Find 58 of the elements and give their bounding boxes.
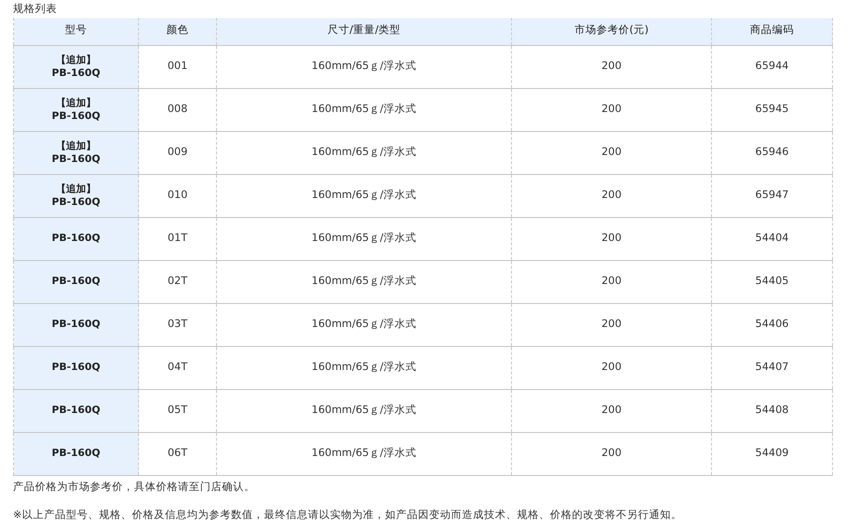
model-cell: 【追加】 PB-160Q bbox=[14, 45, 138, 88]
table-cell: 200 bbox=[512, 432, 712, 475]
table-cell: 200 bbox=[512, 303, 712, 346]
table-cell: 200 bbox=[512, 346, 712, 389]
table-cell: 160mm/65ｇ/浮水式 bbox=[216, 131, 512, 174]
table-cell: 160mm/65ｇ/浮水式 bbox=[216, 346, 512, 389]
model-cell: 【追加】 PB-160Q bbox=[14, 88, 138, 131]
model-cell: PB-160Q bbox=[14, 389, 138, 432]
table-cell: 160mm/65ｇ/浮水式 bbox=[216, 260, 512, 303]
table-cell: 160mm/65ｇ/浮水式 bbox=[216, 217, 512, 260]
table-cell: 160mm/65ｇ/浮水式 bbox=[216, 88, 512, 131]
table-cell: 54406 bbox=[712, 303, 832, 346]
table-cell: 160mm/65ｇ/浮水式 bbox=[216, 303, 512, 346]
table-cell: 200 bbox=[512, 217, 712, 260]
table-cell: 200 bbox=[512, 174, 712, 217]
model-cell: PB-160Q bbox=[14, 432, 138, 475]
table-cell: 54407 bbox=[712, 346, 832, 389]
table-cell: 65946 bbox=[712, 131, 832, 174]
table-cell: 05T bbox=[138, 389, 216, 432]
table-cell: 03T bbox=[138, 303, 216, 346]
table-cell: 54408 bbox=[712, 389, 832, 432]
column-header: 型号 bbox=[14, 18, 138, 45]
note-text: ※以上产品型号、规格、价格及信息均为参考数值，最终信息请以实物为准，如产品因变动而造成技术、规格、价格的改变将不另行通知。 bbox=[13, 508, 683, 522]
model-cell: PB-160Q bbox=[14, 260, 138, 303]
table-cell: 160mm/65ｇ/浮水式 bbox=[216, 432, 512, 475]
model-cell: PB-160Q bbox=[14, 303, 138, 346]
table-cell: 008 bbox=[138, 88, 216, 131]
model-cell: PB-160Q bbox=[14, 346, 138, 389]
table-cell: 200 bbox=[512, 45, 712, 88]
table-cell: 65944 bbox=[712, 45, 832, 88]
column-header: 市场参考价(元) bbox=[512, 18, 712, 45]
table-cell: 160mm/65ｇ/浮水式 bbox=[216, 389, 512, 432]
column-header: 尺寸/重量/类型 bbox=[216, 18, 512, 45]
table-cell: 01T bbox=[138, 217, 216, 260]
table-cell: 009 bbox=[138, 131, 216, 174]
table-cell: 65945 bbox=[712, 88, 832, 131]
table-cell: 65947 bbox=[712, 174, 832, 217]
model-cell: PB-160Q bbox=[14, 217, 138, 260]
table-cell: 02T bbox=[138, 260, 216, 303]
table-cell: 160mm/65ｇ/浮水式 bbox=[216, 174, 512, 217]
table-cell: 200 bbox=[512, 131, 712, 174]
table-cell: 010 bbox=[138, 174, 216, 217]
table-cell: 54409 bbox=[712, 432, 832, 475]
table-cell: 04T bbox=[138, 346, 216, 389]
table-cell: 06T bbox=[138, 432, 216, 475]
note-text: 产品价格为市场参考价，具体价格请至门店确认。 bbox=[13, 480, 256, 494]
table-cell: 200 bbox=[512, 260, 712, 303]
table-cell: 54405 bbox=[712, 260, 832, 303]
model-cell: 【追加】 PB-160Q bbox=[14, 174, 138, 217]
table-cell: 001 bbox=[138, 45, 216, 88]
table-cell: 160mm/65ｇ/浮水式 bbox=[216, 45, 512, 88]
column-header: 颜色 bbox=[138, 18, 216, 45]
table-title: 规格列表 bbox=[13, 2, 57, 16]
table-cell: 200 bbox=[512, 389, 712, 432]
column-header: 商品编码 bbox=[712, 18, 832, 45]
table-cell: 54404 bbox=[712, 217, 832, 260]
table-cell: 200 bbox=[512, 88, 712, 131]
model-cell: 【追加】 PB-160Q bbox=[14, 131, 138, 174]
